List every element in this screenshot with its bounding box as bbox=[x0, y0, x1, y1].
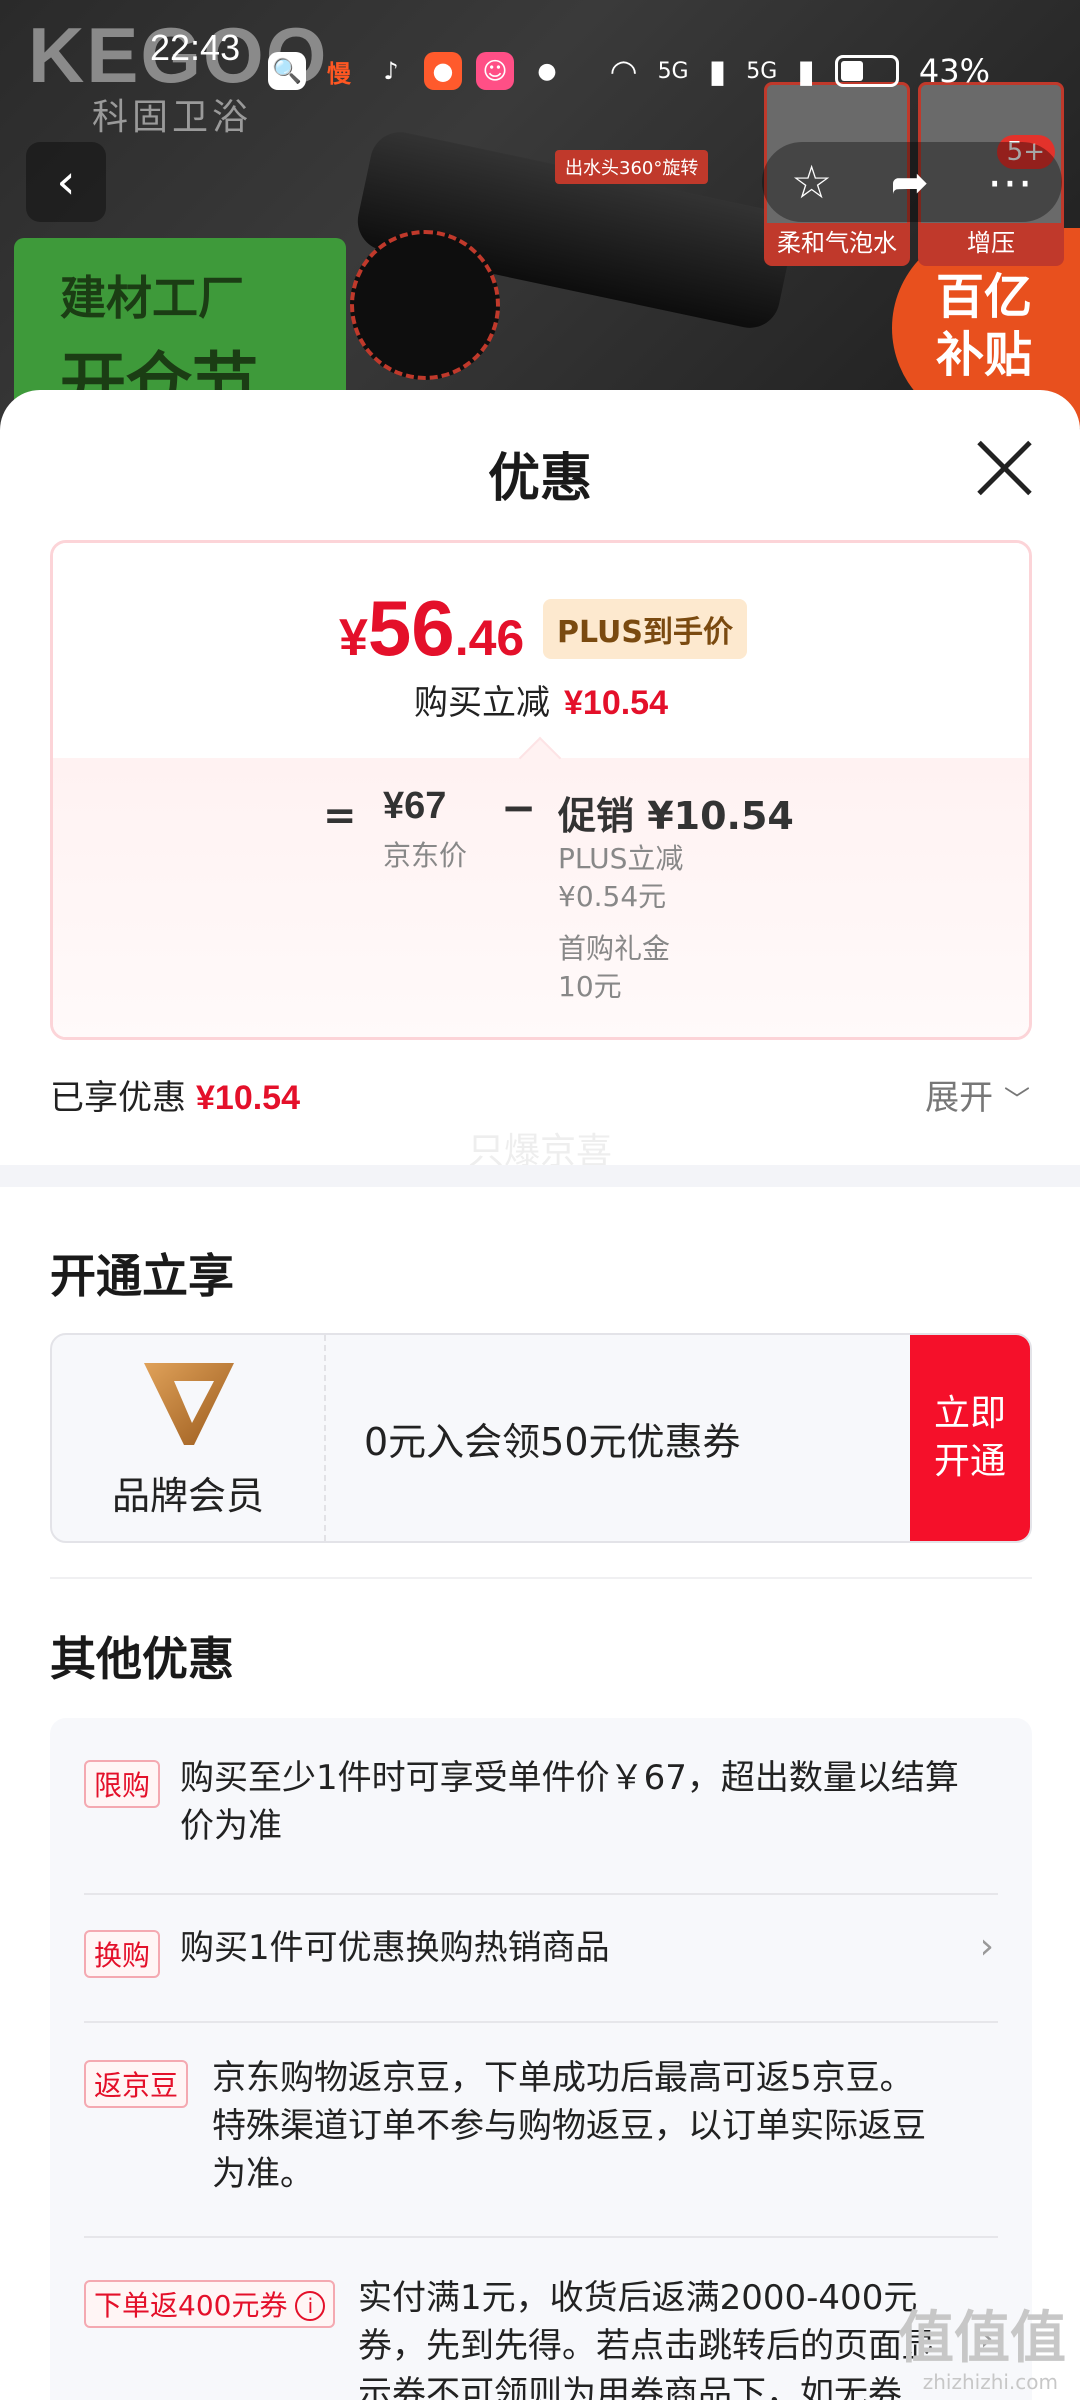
offer-text: 购买至少1件时可享受单件价￥67，超出数量以结算价为准 bbox=[180, 1758, 959, 1846]
section-divider bbox=[0, 1165, 1080, 1187]
promo-total: 促销 ¥10.54 bbox=[558, 794, 794, 838]
price-card: ¥56.46 PLUS到手价 购买立减 ¥10.54 = ¥67 京东价 − 促销… bbox=[50, 540, 1032, 1040]
offer-exchange[interactable]: 换购 购买1件可优惠换购热销商品 › bbox=[84, 1926, 998, 1998]
more-icon[interactable]: ⋯ bbox=[987, 155, 1033, 209]
sheet-title: 优惠 bbox=[487, 449, 592, 509]
equals-sign: = bbox=[323, 793, 357, 839]
thumbnail-2-label: 增压 bbox=[921, 223, 1061, 263]
dot-icon: ● bbox=[537, 58, 557, 84]
offer-tag: 返京豆 bbox=[84, 2060, 189, 2108]
man-app-icon: 慢 bbox=[327, 59, 351, 88]
offer-jingdou: 返京豆 京东购物返京豆，下单成功后最高可返5京豆。特殊渠道订单不参与购物返豆，以… bbox=[84, 2058, 998, 2208]
signal-5g-2: 5G bbox=[746, 58, 778, 84]
open-now-line1: 立即 bbox=[933, 1393, 1006, 1434]
promo-item-2-label: 首购礼金 bbox=[558, 932, 671, 965]
search-app-icon: 🔍 bbox=[268, 52, 306, 90]
chevron-right-icon: › bbox=[979, 1926, 994, 1967]
chevron-left-icon: ‹ bbox=[56, 154, 76, 210]
price-currency: ¥ bbox=[339, 609, 368, 667]
thumbnail-1-label: 柔和气泡水 bbox=[767, 223, 907, 263]
corner-watermark: 值值值 bbox=[898, 2306, 1066, 2371]
plus-price-badge: PLUS到手价 bbox=[543, 599, 748, 659]
offer-tag-label: 下单返400元券 bbox=[94, 2289, 288, 2322]
wifi-icon: ◠ bbox=[609, 52, 638, 90]
status-time: 22:43 bbox=[150, 27, 241, 68]
price-breakdown bbox=[53, 758, 1029, 1037]
open-section-title: 开通立享 bbox=[50, 1249, 234, 1303]
brand-v-logo-icon bbox=[144, 1363, 234, 1445]
offer-text: 京东购物返京豆，下单成功后最高可返5京豆。特殊渠道订单不参与购物返豆，以订单实际… bbox=[212, 2058, 926, 2194]
signal-bars-icon: ▮ bbox=[708, 52, 727, 90]
other-offers-list: 限购 购买至少1件时可享受单件价￥67，超出数量以结算价为准 换购 购买1件可优… bbox=[50, 1718, 1032, 2400]
promo-item-2-amount: 10元 bbox=[558, 970, 622, 1003]
price-top: ¥56.46 PLUS到手价 购买立减 ¥10.54 bbox=[53, 543, 1029, 758]
info-icon[interactable]: i bbox=[295, 2291, 326, 2321]
battery-icon bbox=[834, 55, 899, 87]
member-name: 品牌会员 bbox=[111, 1474, 264, 1518]
jd-price-block: ¥67 京东价 bbox=[383, 785, 467, 874]
share-icon[interactable]: ➦ bbox=[890, 155, 929, 209]
shop-app-icon: ☺ bbox=[476, 52, 514, 90]
status-bar: 22:43 🔍 慢 ♪ ● ☺ ● ◠ 5G ▮ 5G ▮ 43% bbox=[0, 0, 1080, 90]
final-price: ¥56.46 bbox=[339, 583, 524, 674]
jd-price-label: 京东价 bbox=[383, 839, 468, 872]
back-button[interactable]: ‹ bbox=[26, 142, 106, 222]
expand-label: 展开 bbox=[925, 1078, 994, 1118]
favorite-star-icon[interactable]: ☆ bbox=[791, 155, 832, 209]
brand-subtitle: 科固卫浴 bbox=[92, 97, 253, 138]
reduction-label: 购买立减 bbox=[414, 683, 550, 723]
signal-5g-1: 5G bbox=[657, 58, 689, 84]
promo-item-1-amount: ¥0.54元 bbox=[558, 880, 667, 913]
expand-button[interactable]: 展开 ﹀ bbox=[925, 1070, 1030, 1119]
signal-bars-icon-2: ▮ bbox=[797, 52, 815, 90]
open-now-line2: 开通 bbox=[933, 1441, 1006, 1482]
offer-limit: 限购 购买至少1件时可享受单件价￥67，超出数量以结算价为准 bbox=[84, 1758, 998, 1868]
promo-right-text: 百亿补贴 bbox=[936, 269, 1033, 383]
chevron-down-icon: ﹀ bbox=[1003, 1086, 1030, 1116]
member-desc: 0元入会领50元优惠券 bbox=[364, 1420, 741, 1464]
price-decimal: .46 bbox=[454, 610, 525, 666]
other-section-title: 其他优惠 bbox=[50, 1632, 234, 1686]
instant-reduction: 购买立减 ¥10.54 bbox=[53, 675, 1029, 724]
tiktok-icon: ♪ bbox=[383, 57, 399, 85]
notification-icons: 🔍 慢 ♪ ● ☺ ● bbox=[268, 52, 566, 90]
price-integer: 56 bbox=[367, 584, 455, 672]
offer-tag: 限购 bbox=[84, 1760, 161, 1808]
status-right: ◠ 5G ▮ 5G ▮ 43% bbox=[610, 52, 990, 90]
enjoyed-label: 已享优惠 bbox=[50, 1078, 186, 1118]
offer-divider bbox=[84, 1893, 998, 1895]
offer-tag: 换购 bbox=[84, 1930, 161, 1978]
offer-text: 购买1件可优惠换购热销商品 bbox=[180, 1928, 610, 1968]
battery-percent: 43% bbox=[918, 52, 990, 90]
brand-member-card[interactable]: 品牌会员 0元入会领50元优惠券 立即 开通 bbox=[50, 1333, 1032, 1543]
top-actions: ☆ ➦ ⋯ bbox=[762, 142, 1062, 222]
member-left: 品牌会员 bbox=[52, 1335, 326, 1541]
promo-left-line1: 建材工厂 bbox=[60, 271, 244, 325]
open-now-button[interactable]: 立即 开通 bbox=[910, 1335, 1030, 1541]
offer-coupon[interactable]: 下单返400元券 i 实付满1元，收货后返满2000-400元券，先到先得。若点击… bbox=[84, 2278, 998, 2400]
enjoyed-amount: ¥10.54 bbox=[196, 1079, 300, 1117]
corner-watermark-sub: zhizhizhi.com bbox=[922, 2370, 1058, 2394]
minus-sign: − bbox=[501, 783, 537, 832]
enjoyed-discount: 已享优惠 ¥10.54 bbox=[50, 1070, 300, 1119]
promo-item-1-label: PLUS立减 bbox=[558, 842, 684, 875]
close-icon[interactable] bbox=[974, 438, 1034, 498]
offer-divider bbox=[84, 2021, 998, 2023]
offer-divider bbox=[84, 2236, 998, 2238]
promo-block: 促销 ¥10.54 PLUS立减 ¥0.54元 首购礼金 10元 bbox=[558, 785, 794, 1006]
faucet-head-image bbox=[350, 230, 500, 380]
crab-app-icon: ● bbox=[424, 52, 462, 90]
reduction-amount: ¥10.54 bbox=[564, 684, 668, 722]
discount-sheet: 优惠 ¥56.46 PLUS到手价 购买立减 ¥10.54 = ¥67 京东价 −… bbox=[0, 390, 1080, 2400]
offer-tag: 下单返400元券 i bbox=[84, 2280, 336, 2328]
jd-price-value: ¥67 bbox=[383, 785, 447, 827]
divider bbox=[50, 1577, 1032, 1579]
faucet-feature-tag: 出水头360°旋转 bbox=[555, 150, 709, 184]
offer-text: 实付满1元，收货后返满2000-400元券，先到先得。若点击跳转后的页面显示券不… bbox=[358, 2278, 936, 2400]
